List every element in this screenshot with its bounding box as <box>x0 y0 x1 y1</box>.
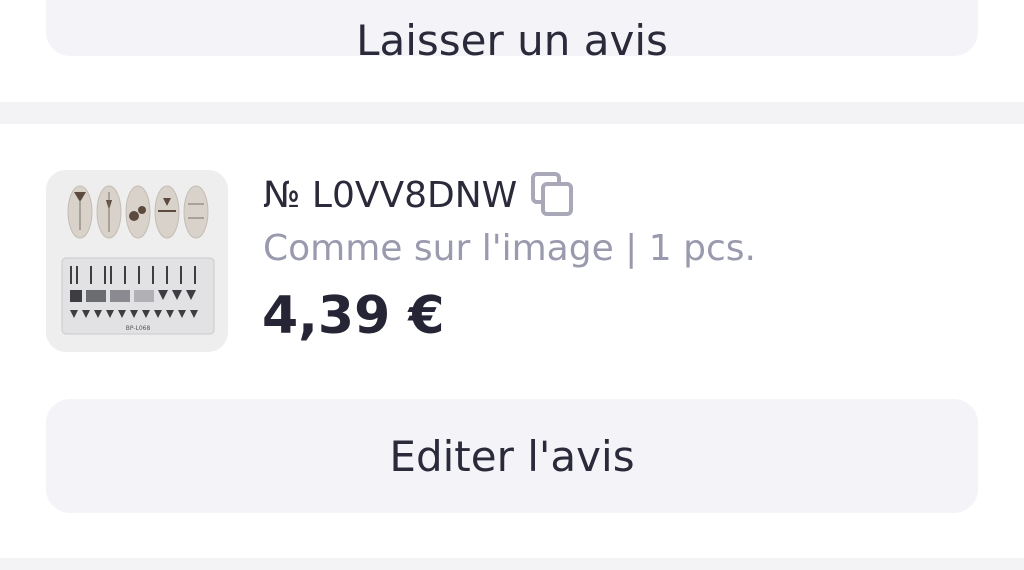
section-divider <box>0 102 1024 124</box>
edit-review-label: Editer l'avis <box>389 431 635 481</box>
copy-icon[interactable] <box>531 172 575 218</box>
product-variant: Comme sur l'image | 1 pcs. <box>263 228 756 269</box>
leave-review-button[interactable]: Laisser un avis <box>46 0 978 65</box>
product-image: BP-L068 <box>46 170 228 352</box>
edit-review-button[interactable]: Editer l'avis <box>46 399 978 513</box>
plate-caption: BP-L068 <box>126 325 151 332</box>
section-divider <box>0 558 1024 570</box>
order-number-row: № L0VV8DNW <box>263 170 575 220</box>
leave-review-label: Laisser un avis <box>356 15 668 65</box>
product-price: 4,39 € <box>262 286 445 346</box>
order-number: № L0VV8DNW <box>263 174 518 216</box>
product-thumbnail[interactable]: BP-L068 <box>46 170 228 352</box>
